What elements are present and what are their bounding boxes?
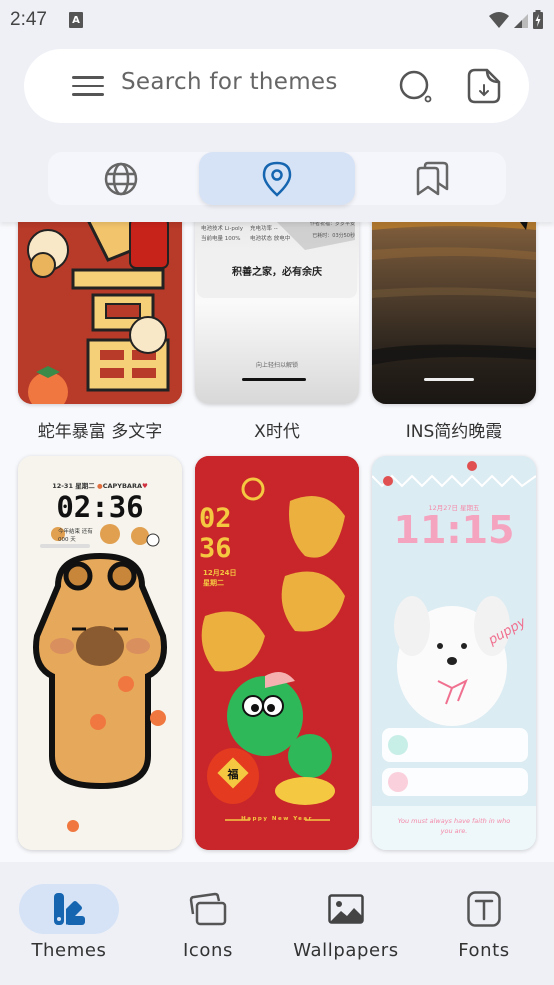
bottom-navigation: Themes Icons Wallpapers Fonts: [0, 862, 554, 985]
status-time: 2:47: [10, 9, 47, 30]
themes-palette-icon: [54, 893, 85, 925]
preview-clock: 02 36: [199, 503, 232, 564]
menu-icon[interactable]: [72, 76, 104, 98]
globe-icon: [104, 162, 138, 195]
nav-themes[interactable]: Themes: [0, 862, 138, 985]
preview-unlock-hint: 向上轻扫以解锁: [255, 362, 298, 369]
theme-grid[interactable]: 电池温度 24.00°电池电压 4.25V电池技术 Li-poly当前电量 10…: [0, 140, 554, 862]
theme-title[interactable]: X时代: [195, 417, 359, 442]
battery-charging-icon: [533, 10, 543, 29]
theme-card[interactable]: 12-31 星期二 ●CAPYBARA♥ 02:36 今年结束 还有 000 天: [18, 456, 182, 850]
location-pin-icon: [262, 161, 292, 197]
nav-wallpapers[interactable]: Wallpapers: [277, 862, 415, 985]
search-icon[interactable]: [398, 69, 434, 105]
segment-local[interactable]: [199, 152, 355, 205]
home-indicator: [242, 378, 306, 381]
preview-clock: 11:15: [393, 508, 515, 552]
theme-title[interactable]: INS简约晚霞: [372, 417, 536, 442]
theme-card[interactable]: [372, 200, 536, 404]
bookmarks-icon: [416, 161, 449, 195]
nav-label: Themes: [31, 940, 107, 961]
signal-icon: [514, 14, 528, 28]
nav-label: Fonts: [458, 940, 510, 961]
theme-card[interactable]: 电池温度 24.00°电池电压 4.25V电池技术 Li-poly当前电量 10…: [195, 200, 359, 404]
status-bar: 2:47 A: [0, 0, 554, 40]
segment-collections[interactable]: [360, 152, 506, 205]
preview-quote: 积善之家，必有余庆: [232, 267, 322, 278]
search-input[interactable]: Search for themes: [121, 69, 338, 95]
font-t-icon: [467, 891, 501, 927]
theme-card[interactable]: 12月27日 星期五 11:15 puppy You must always h…: [372, 456, 536, 850]
theme-preview-snake-fortune: [18, 200, 182, 404]
segment-global[interactable]: [48, 152, 194, 205]
nav-fonts[interactable]: Fonts: [415, 862, 553, 985]
segmented-control: [48, 152, 506, 205]
icons-stack-icon: [189, 892, 227, 926]
theme-title[interactable]: 蛇年暴富 多文字: [18, 417, 182, 442]
search-bar[interactable]: Search for themes: [24, 49, 529, 123]
nav-label: Icons: [182, 940, 233, 961]
wifi-icon: [489, 12, 509, 28]
theme-card[interactable]: [18, 200, 182, 404]
nav-label: Wallpapers: [293, 940, 399, 961]
image-icon: [328, 894, 364, 924]
download-file-icon[interactable]: [467, 68, 501, 104]
notification-a-icon: A: [68, 12, 83, 28]
preview-clock: 02:36: [56, 490, 144, 524]
source-filter-bar: [0, 140, 554, 222]
theme-card[interactable]: 02 36 12月24日 星期二 福 Happy New Year: [195, 456, 359, 850]
nav-icons[interactable]: Icons: [139, 862, 277, 985]
theme-preview-sunset: [372, 200, 536, 404]
